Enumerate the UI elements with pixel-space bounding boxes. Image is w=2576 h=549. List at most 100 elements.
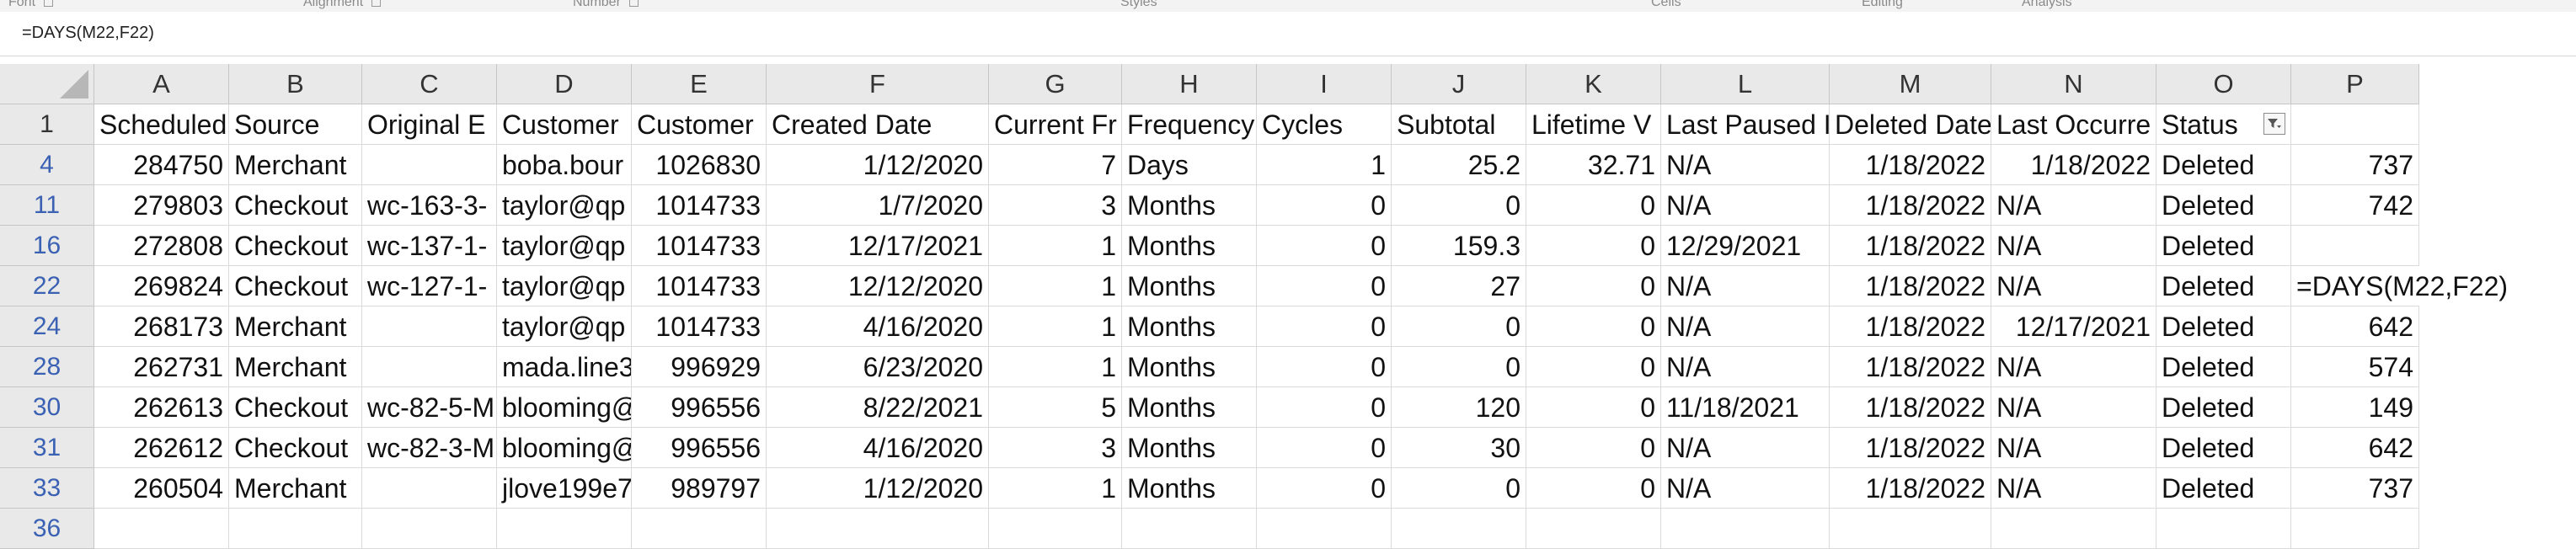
row-header-16[interactable]: 16 xyxy=(0,226,94,266)
cell-c33[interactable] xyxy=(362,468,497,509)
cell-m28[interactable]: 1/18/2022 xyxy=(1830,347,1991,387)
cell-n28[interactable]: N/A xyxy=(1991,347,2156,387)
cell-f16[interactable]: 12/17/2021 xyxy=(767,226,989,266)
header-cell-p[interactable] xyxy=(2291,104,2419,145)
column-header-p[interactable]: P xyxy=(2291,64,2419,104)
cell-e31[interactable]: 996556 xyxy=(632,428,767,468)
column-header-f[interactable]: F xyxy=(767,64,989,104)
cell-c4[interactable] xyxy=(362,145,497,185)
cell-b30[interactable]: Checkout xyxy=(229,387,362,428)
cell-o22[interactable]: Deleted xyxy=(2156,266,2291,306)
cell-a11[interactable]: 279803 xyxy=(94,185,229,226)
column-header-d[interactable]: D xyxy=(497,64,632,104)
column-header-j[interactable]: J xyxy=(1392,64,1526,104)
header-cell-f[interactable]: Created Date xyxy=(767,104,989,145)
cell-o31[interactable]: Deleted xyxy=(2156,428,2291,468)
cell-a22[interactable]: 269824 xyxy=(94,266,229,306)
cell-b4[interactable]: Merchant xyxy=(229,145,362,185)
cell-p36[interactable] xyxy=(2291,509,2419,549)
cell-i36[interactable] xyxy=(1257,509,1392,549)
cell-n31[interactable]: N/A xyxy=(1991,428,2156,468)
cell-o28[interactable]: Deleted xyxy=(2156,347,2291,387)
cell-a4[interactable]: 284750 xyxy=(94,145,229,185)
cell-h16[interactable]: Months xyxy=(1122,226,1257,266)
cell-o33[interactable]: Deleted xyxy=(2156,468,2291,509)
header-cell-d[interactable]: Customer xyxy=(497,104,632,145)
cell-h22[interactable]: Months xyxy=(1122,266,1257,306)
cell-g22[interactable]: 1 xyxy=(989,266,1122,306)
cell-i16[interactable]: 0 xyxy=(1257,226,1392,266)
cell-m22[interactable]: 1/18/2022 xyxy=(1830,266,1991,306)
cell-o16[interactable]: Deleted xyxy=(2156,226,2291,266)
cell-b33[interactable]: Merchant xyxy=(229,468,362,509)
header-cell-g[interactable]: Current Fr xyxy=(989,104,1122,145)
cell-c28[interactable] xyxy=(362,347,497,387)
cell-b36[interactable] xyxy=(229,509,362,549)
header-cell-j[interactable]: Subtotal xyxy=(1392,104,1526,145)
cell-g30[interactable]: 5 xyxy=(989,387,1122,428)
cell-k11[interactable]: 0 xyxy=(1526,185,1661,226)
cell-i28[interactable]: 0 xyxy=(1257,347,1392,387)
header-cell-i[interactable]: Cycles xyxy=(1257,104,1392,145)
cell-n4[interactable]: 1/18/2022 xyxy=(1991,145,2156,185)
cell-f4[interactable]: 1/12/2020 xyxy=(767,145,989,185)
cell-n24[interactable]: 12/17/2021 xyxy=(1991,306,2156,347)
cell-j11[interactable]: 0 xyxy=(1392,185,1526,226)
cell-p28[interactable]: 574 xyxy=(2291,347,2419,387)
cell-o30[interactable]: Deleted xyxy=(2156,387,2291,428)
cell-j31[interactable]: 30 xyxy=(1392,428,1526,468)
cell-n33[interactable]: N/A xyxy=(1991,468,2156,509)
cell-b28[interactable]: Merchant xyxy=(229,347,362,387)
column-header-b[interactable]: B xyxy=(229,64,362,104)
cell-j16[interactable]: 159.3 xyxy=(1392,226,1526,266)
cell-m30[interactable]: 1/18/2022 xyxy=(1830,387,1991,428)
header-cell-a[interactable]: Scheduled xyxy=(94,104,229,145)
cell-j24[interactable]: 0 xyxy=(1392,306,1526,347)
cell-e30[interactable]: 996556 xyxy=(632,387,767,428)
cell-e22[interactable]: 1014733 xyxy=(632,266,767,306)
cell-i4[interactable]: 1 xyxy=(1257,145,1392,185)
cell-o4[interactable]: Deleted xyxy=(2156,145,2291,185)
cell-i22[interactable]: 0 xyxy=(1257,266,1392,306)
cell-d4[interactable]: boba.bour xyxy=(497,145,632,185)
formula-bar-content[interactable]: =DAYS(M22,F22) xyxy=(22,24,154,43)
header-cell-k[interactable]: Lifetime V xyxy=(1526,104,1661,145)
select-all-corner[interactable] xyxy=(0,64,94,104)
cell-g16[interactable]: 1 xyxy=(989,226,1122,266)
cell-e4[interactable]: 1026830 xyxy=(632,145,767,185)
cell-k31[interactable]: 0 xyxy=(1526,428,1661,468)
cell-m24[interactable]: 1/18/2022 xyxy=(1830,306,1991,347)
cell-g4[interactable]: 7 xyxy=(989,145,1122,185)
cell-d36[interactable] xyxy=(497,509,632,549)
header-cell-h[interactable]: Frequency xyxy=(1122,104,1257,145)
cell-f36[interactable] xyxy=(767,509,989,549)
cell-h24[interactable]: Months xyxy=(1122,306,1257,347)
cell-i24[interactable]: 0 xyxy=(1257,306,1392,347)
cell-a36[interactable] xyxy=(94,509,229,549)
cell-m11[interactable]: 1/18/2022 xyxy=(1830,185,1991,226)
formula-bar[interactable]: =DAYS(M22,F22) xyxy=(0,12,2576,56)
cell-k22[interactable]: 0 xyxy=(1526,266,1661,306)
header-cell-e[interactable]: Customer xyxy=(632,104,767,145)
cell-c30[interactable]: wc-82-5-M xyxy=(362,387,497,428)
cell-l22[interactable]: N/A xyxy=(1661,266,1830,306)
cell-k36[interactable] xyxy=(1526,509,1661,549)
row-header-36[interactable]: 36 xyxy=(0,509,94,549)
row-header-4[interactable]: 4 xyxy=(0,145,94,185)
cell-p24[interactable]: 642 xyxy=(2291,306,2419,347)
cell-p33[interactable]: 737 xyxy=(2291,468,2419,509)
cell-f30[interactable]: 8/22/2021 xyxy=(767,387,989,428)
cell-l31[interactable]: N/A xyxy=(1661,428,1830,468)
cell-o24[interactable]: Deleted xyxy=(2156,306,2291,347)
cell-h31[interactable]: Months xyxy=(1122,428,1257,468)
cell-i33[interactable]: 0 xyxy=(1257,468,1392,509)
row-header-28[interactable]: 28 xyxy=(0,347,94,387)
column-header-e[interactable]: E xyxy=(632,64,767,104)
cell-l4[interactable]: N/A xyxy=(1661,145,1830,185)
cell-d28[interactable]: mada.line3 xyxy=(497,347,632,387)
cell-j28[interactable]: 0 xyxy=(1392,347,1526,387)
cell-d24[interactable]: taylor@qp xyxy=(497,306,632,347)
cell-h36[interactable] xyxy=(1122,509,1257,549)
cell-n30[interactable]: N/A xyxy=(1991,387,2156,428)
row-header-22[interactable]: 22 xyxy=(0,266,94,306)
